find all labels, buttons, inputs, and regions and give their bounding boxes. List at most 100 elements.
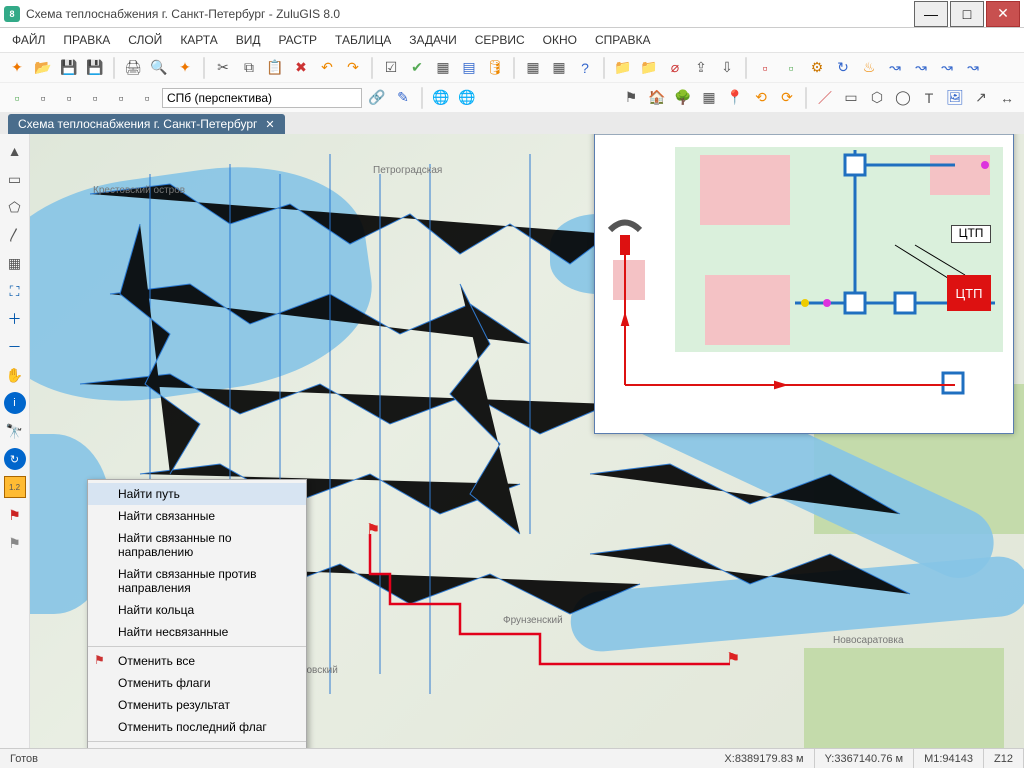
pen-icon[interactable]: ✎: [392, 87, 414, 109]
ctx-find-disconnected[interactable]: Найти несвязанные: [88, 621, 306, 643]
layer-del-icon[interactable]: ▫: [32, 87, 54, 109]
select-rect-icon[interactable]: ▭: [4, 168, 26, 190]
flag-clear-icon[interactable]: ⚑: [4, 532, 26, 554]
refresh-icon[interactable]: ↻: [4, 448, 26, 470]
house-icon[interactable]: 🏠: [646, 87, 668, 109]
redo-icon[interactable]: ↷: [342, 57, 364, 79]
ctx-find-connected-against[interactable]: Найти связанные против направления: [88, 563, 306, 599]
draw-img-icon[interactable]: 🖼: [944, 87, 966, 109]
undo-icon[interactable]: ↶: [316, 57, 338, 79]
zoom-rect-icon[interactable]: ▦: [4, 252, 26, 274]
menu-map[interactable]: КАРТА: [180, 33, 217, 47]
ctx-find-connected-dir[interactable]: Найти связанные по направлению: [88, 527, 306, 563]
ctx-cancel-last-flag[interactable]: Отменить последний флаг: [88, 716, 306, 738]
menu-service[interactable]: СЕРВИС: [475, 33, 525, 47]
ctx-find-path[interactable]: Найти путь: [88, 483, 306, 505]
legend-icon[interactable]: 1.2: [4, 476, 26, 498]
back-icon[interactable]: ⟲: [750, 87, 772, 109]
draw-poly-icon[interactable]: ⬡: [866, 87, 888, 109]
fullextent-icon[interactable]: ⛶: [4, 280, 26, 302]
info-icon[interactable]: i: [4, 392, 26, 414]
menu-layer[interactable]: СЛОЙ: [128, 33, 162, 47]
delete-icon[interactable]: ✖: [290, 57, 312, 79]
labels-icon[interactable]: ▦: [548, 57, 570, 79]
schematic-canvas[interactable]: ЦТП ЦТП: [595, 135, 1013, 433]
pipe4-icon[interactable]: ↝: [962, 57, 984, 79]
menu-window[interactable]: ОКНО: [543, 33, 577, 47]
zoom-in-icon[interactable]: ＋: [4, 308, 26, 330]
newdoc-icon[interactable]: ✦: [174, 57, 196, 79]
draw-dim-icon[interactable]: ↔: [996, 87, 1018, 109]
strike-icon[interactable]: ⌀: [664, 57, 686, 79]
ctx-create-group[interactable]: Создать группу: [88, 745, 306, 748]
ctx-cancel-all[interactable]: ⚑Отменить все: [88, 650, 306, 672]
cut-icon[interactable]: ✂: [212, 57, 234, 79]
ctx-cancel-result[interactable]: Отменить результат: [88, 694, 306, 716]
layer-prop-icon[interactable]: ▫: [136, 87, 158, 109]
new-icon[interactable]: ✦: [6, 57, 28, 79]
source-icon[interactable]: ▫: [780, 57, 802, 79]
db-icon[interactable]: 🛢: [484, 57, 506, 79]
valve-icon[interactable]: ⚙: [806, 57, 828, 79]
window-minimize-button[interactable]: —: [914, 1, 948, 27]
window-maximize-button[interactable]: □: [950, 1, 984, 27]
map-canvas[interactable]: ⚑ ⚑ Петроградская Крестовский остров Мос…: [30, 134, 1024, 748]
copy-icon[interactable]: ⧉: [238, 57, 260, 79]
print-icon[interactable]: 🖨: [122, 57, 144, 79]
layer-vis-icon[interactable]: ▫: [84, 87, 106, 109]
ctx-find-loops[interactable]: Найти кольца: [88, 599, 306, 621]
paste-icon[interactable]: 📋: [264, 57, 286, 79]
pump-icon[interactable]: ↻: [832, 57, 854, 79]
schematic-subwindow[interactable]: Четырехтрубная схема тепловой сети после…: [594, 134, 1014, 434]
draw-rect-icon[interactable]: ▭: [840, 87, 862, 109]
menu-table[interactable]: ТАБЛИЦА: [335, 33, 391, 47]
pointer-icon[interactable]: ▲: [4, 140, 26, 162]
document-tab[interactable]: Схема теплоснабжения г. Санкт-Петербург …: [8, 114, 285, 134]
menu-view[interactable]: ВИД: [236, 33, 261, 47]
menu-file[interactable]: ФАЙЛ: [12, 33, 45, 47]
tab-close-icon[interactable]: ✕: [265, 118, 274, 131]
table-icon[interactable]: ▦: [522, 57, 544, 79]
layer-move-icon[interactable]: ▫: [110, 87, 132, 109]
open-icon[interactable]: 📂: [32, 57, 54, 79]
checkbox-icon[interactable]: ☑: [380, 57, 402, 79]
node-icon[interactable]: ▫: [754, 57, 776, 79]
preview-icon[interactable]: 🔍: [148, 57, 170, 79]
pipe3-icon[interactable]: ↝: [936, 57, 958, 79]
link-icon[interactable]: 🔗: [366, 87, 388, 109]
draw-arrow-icon[interactable]: ↗: [970, 87, 992, 109]
folder1-icon[interactable]: 📁: [612, 57, 634, 79]
pan-icon[interactable]: ✋: [4, 364, 26, 386]
road-icon[interactable]: ▦: [698, 87, 720, 109]
tree-icon[interactable]: 🌳: [672, 87, 694, 109]
layer-edit-icon[interactable]: ▫: [58, 87, 80, 109]
import-icon[interactable]: ⇩: [716, 57, 738, 79]
binoculars-icon[interactable]: 🔭: [4, 420, 26, 442]
pipe2-icon[interactable]: ↝: [910, 57, 932, 79]
consumer-icon[interactable]: ♨: [858, 57, 880, 79]
globe2-icon[interactable]: 🌐: [456, 87, 478, 109]
draw-circ-icon[interactable]: ◯: [892, 87, 914, 109]
select-poly-icon[interactable]: ⬠: [4, 196, 26, 218]
flag-red-icon[interactable]: ⚑: [4, 504, 26, 526]
draw-text-icon[interactable]: T: [918, 87, 940, 109]
ctx-find-connected[interactable]: Найти связанные: [88, 505, 306, 527]
select-line-icon[interactable]: 〳: [4, 224, 26, 246]
folder2-icon[interactable]: 📁: [638, 57, 660, 79]
help-icon[interactable]: ?: [574, 57, 596, 79]
globe1-icon[interactable]: 🌐: [430, 87, 452, 109]
pin-icon[interactable]: 📍: [724, 87, 746, 109]
layer-selector[interactable]: [162, 88, 362, 108]
window-close-button[interactable]: ✕: [986, 1, 1020, 27]
menu-edit[interactable]: ПРАВКА: [63, 33, 110, 47]
save-icon[interactable]: 💾: [58, 57, 80, 79]
ctx-cancel-flags[interactable]: Отменить флаги: [88, 672, 306, 694]
layer-add-icon[interactable]: ▫: [6, 87, 28, 109]
fwd-icon[interactable]: ⟳: [776, 87, 798, 109]
menu-tasks[interactable]: ЗАДАЧИ: [409, 33, 456, 47]
grid-icon[interactable]: ▦: [432, 57, 454, 79]
pipe1-icon[interactable]: ↝: [884, 57, 906, 79]
validate-icon[interactable]: ✔: [406, 57, 428, 79]
menu-raster[interactable]: РАСТР: [278, 33, 317, 47]
bookmark-icon[interactable]: ⚑: [620, 87, 642, 109]
